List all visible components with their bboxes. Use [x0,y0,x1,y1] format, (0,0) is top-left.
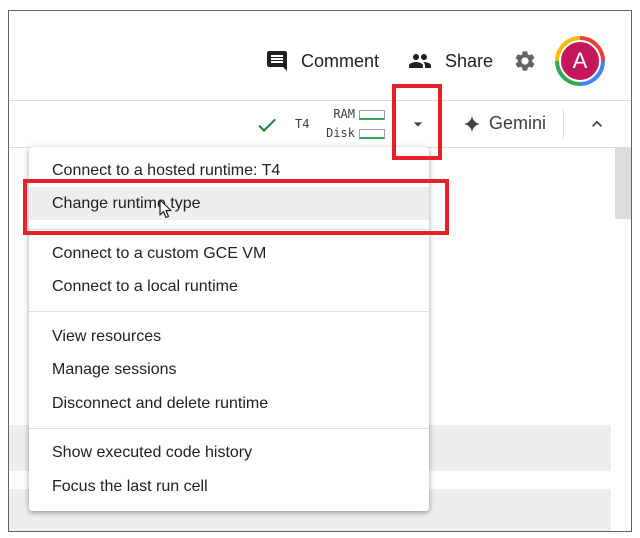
menu-item-manage-sessions[interactable]: Manage sessions [29,353,429,386]
mouse-cursor-icon [159,199,172,219]
menu-item-connect-hosted[interactable]: Connect to a hosted runtime: T4 [29,154,429,187]
disk-usage-bar[interactable] [359,129,385,139]
ram-label: RAM [333,107,355,121]
menu-item-focus-last-run[interactable]: Focus the last run cell [29,470,429,503]
runtime-toolbar: T4 RAM Disk Gemini [9,100,631,148]
menu-divider [29,229,429,230]
menu-item-disconnect-delete[interactable]: Disconnect and delete runtime [29,387,429,420]
comment-label: Comment [301,50,380,71]
caret-down-icon [413,122,423,127]
disk-label: Disk [326,126,355,140]
runtime-options-menu: Connect to a hosted runtime: T4 Change r… [29,147,429,511]
app-window: Comment Share A T4 RAM Disk Gemini Conne… [8,10,632,532]
runtime-options-dropdown-button[interactable] [395,101,441,147]
toolbar-divider [563,109,564,139]
chevron-up-icon[interactable] [587,114,607,134]
share-button[interactable]: Share [407,47,493,75]
gpu-label: T4 [295,117,310,131]
ram-usage-bar[interactable] [359,110,385,120]
menu-item-connect-local[interactable]: Connect to a local runtime [29,270,429,303]
menu-item-view-resources[interactable]: View resources [29,320,429,353]
settings-button[interactable] [513,49,537,78]
resource-labels: RAM Disk [321,105,355,143]
menu-item-change-runtime-type[interactable]: Change runtime type [29,187,429,220]
comment-button[interactable]: Comment [265,47,379,75]
gemini-label: Gemini [489,113,547,133]
people-icon [409,54,431,68]
connected-check-icon [258,118,276,132]
top-header: Comment Share A [9,11,631,100]
account-avatar-button[interactable]: A [555,36,605,86]
share-label: Share [445,50,494,71]
menu-item-executed-history[interactable]: Show executed code history [29,436,429,469]
sparkle-icon [463,115,481,132]
avatar: A [559,40,601,82]
comment-icon [267,51,287,71]
scrollbar-thumb[interactable] [615,147,631,219]
menu-item-connect-gce-vm[interactable]: Connect to a custom GCE VM [29,237,429,270]
gemini-button[interactable]: Gemini [463,113,546,134]
menu-divider [29,311,429,312]
gear-icon [515,51,535,71]
menu-divider [29,428,429,429]
